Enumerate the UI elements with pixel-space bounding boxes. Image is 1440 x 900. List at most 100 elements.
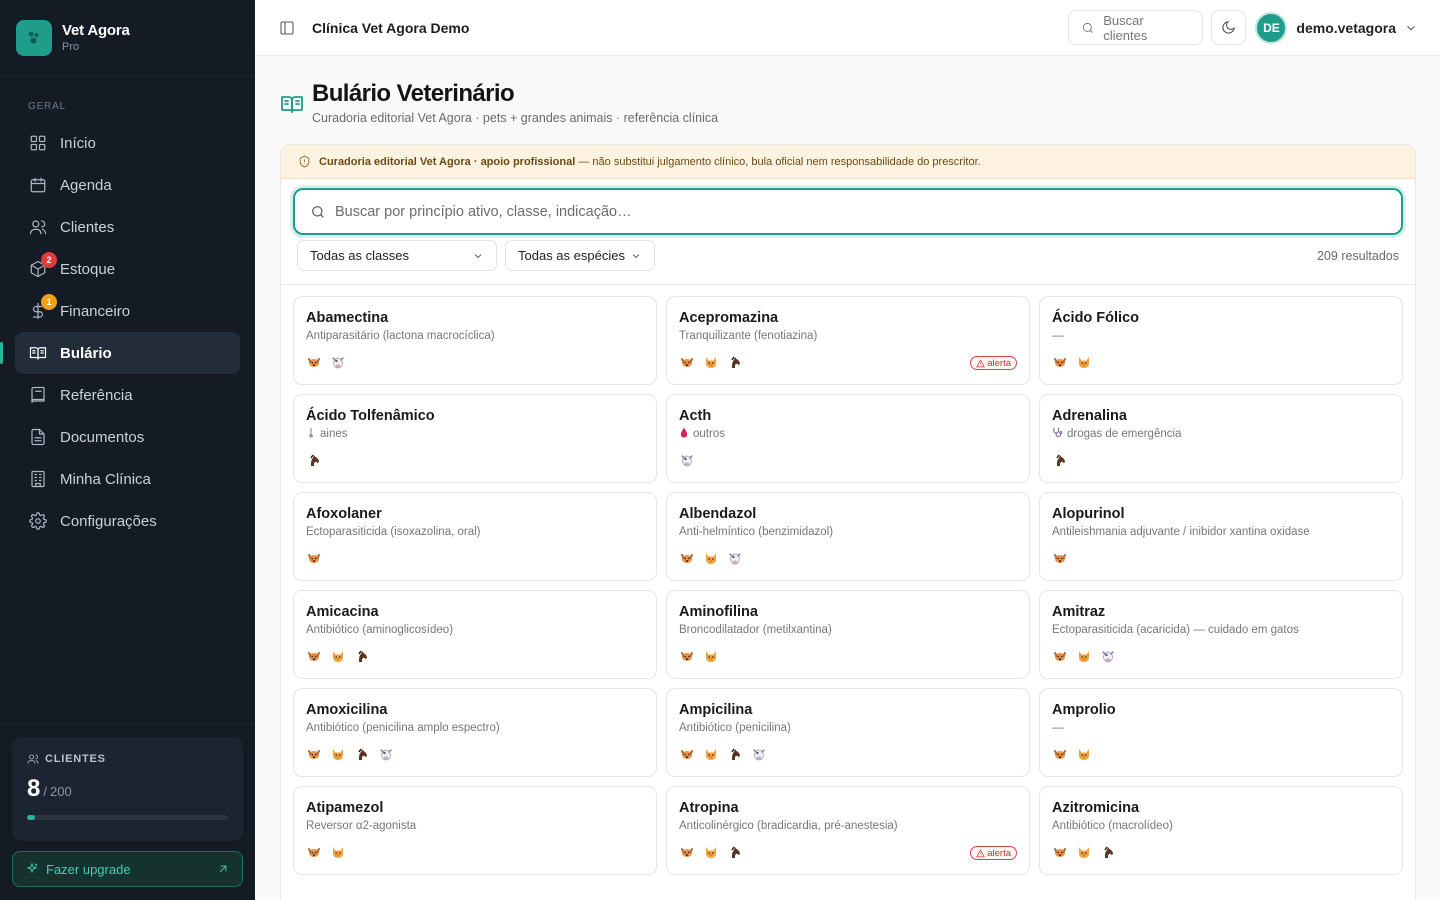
- drug-card[interactable]: Azitromicina Antibiótico (macrolídeo): [1039, 786, 1403, 875]
- drug-card[interactable]: Albendazol Anti-helmíntico (benzimidazol…: [666, 492, 1030, 581]
- sidebar-item-book-open[interactable]: Bulário: [0, 332, 240, 374]
- drug-card[interactable]: Acth outros: [666, 394, 1030, 483]
- species-filter-select[interactable]: Todas as espécies: [505, 240, 655, 271]
- species-list: [679, 746, 775, 762]
- drug-class-label: Antibiótico (aminoglicosídeo): [306, 624, 454, 636]
- sidebar-item-grid[interactable]: Início: [15, 122, 240, 164]
- species-list: [1052, 354, 1100, 370]
- species-list: [679, 354, 751, 370]
- sidebar-item-package[interactable]: 2 Estoque: [15, 248, 240, 290]
- drug-search-input[interactable]: [335, 203, 1235, 220]
- alert-badge: alerta: [970, 846, 1017, 860]
- book-open-icon: [29, 344, 47, 362]
- drug-class-label: Antiparasitário (lactona macrocíclica): [306, 330, 495, 342]
- drug-class: Reversor α2-agonista: [306, 819, 644, 833]
- drug-class: Antibiótico (penicilina amplo espectro): [306, 721, 644, 735]
- drug-card[interactable]: Atipamezol Reversor α2-agonista: [293, 786, 657, 875]
- drug-name: Acth: [679, 408, 712, 424]
- drug-class-label: Reversor α2-agonista: [306, 820, 417, 832]
- dog-icon: [306, 354, 322, 370]
- drug-class: Ectoparasiticida (acaricida) — cuidado e…: [1052, 623, 1390, 637]
- user-menu[interactable]: DE demo.vetagora: [1255, 11, 1418, 44]
- drop-icon: [679, 427, 689, 441]
- species-list: [306, 354, 354, 370]
- drug-card[interactable]: Alopurinol Antileishmania adjuvante / in…: [1039, 492, 1403, 581]
- sidebar-item-label: Documentos: [60, 428, 145, 446]
- drug-card[interactable]: Ácido Fólico —: [1039, 296, 1403, 385]
- users-icon: [29, 218, 47, 236]
- drug-card[interactable]: Amprolio —: [1039, 688, 1403, 777]
- drug-card[interactable]: Adrenalina drogas de emergência: [1039, 394, 1403, 483]
- nav-section-label: GERAL: [28, 101, 66, 112]
- sidebar-footer: CLIENTES 8 / 200 Fazer upgrade: [0, 724, 255, 900]
- drug-class: Antibiótico (aminoglicosídeo): [306, 623, 644, 637]
- cat-icon: [1076, 648, 1092, 664]
- sidebar-item-users[interactable]: Clientes: [15, 206, 240, 248]
- drug-name: Ácido Fólico: [1052, 310, 1139, 326]
- brand-plan: Pro: [62, 41, 80, 53]
- grid-icon: [29, 134, 47, 152]
- drug-name: Ampicilina: [679, 702, 753, 718]
- chevron-down-icon: [1404, 21, 1418, 35]
- dog-icon: [1052, 550, 1068, 566]
- drug-card[interactable]: Amicacina Antibiótico (aminoglicosídeo): [293, 590, 657, 679]
- drug-name: Amitraz: [1052, 604, 1106, 620]
- disclaimer-bold: Curadoria editorial Vet Agora · apoio pr…: [319, 155, 576, 168]
- sidebar-item-calendar[interactable]: Agenda: [15, 164, 240, 206]
- species-list: [1052, 550, 1076, 566]
- sidebar-item-label: Configurações: [60, 512, 157, 530]
- sidebar-item-building[interactable]: Minha Clínica: [15, 458, 240, 500]
- quota-label: CLIENTES: [45, 753, 106, 765]
- alert-label: alerta: [987, 357, 1011, 369]
- species-list: [306, 648, 378, 664]
- sidebar-item-dollar[interactable]: 1 Financeiro: [15, 290, 240, 332]
- sidebar: Vet Agora Pro GERAL Início Agenda Client…: [0, 0, 255, 900]
- theme-toggle-button[interactable]: [1211, 10, 1247, 45]
- drug-card[interactable]: Amoxicilina Antibiótico (penicilina ampl…: [293, 688, 657, 777]
- cat-icon: [1076, 844, 1092, 860]
- drug-card[interactable]: Aminofilina Broncodilatador (metilxantin…: [666, 590, 1030, 679]
- sidebar-badge: 2: [41, 252, 57, 268]
- sidebar-item-book[interactable]: Referência: [15, 374, 240, 416]
- sidebar-item-label: Agenda: [60, 176, 112, 194]
- cat-icon: [330, 844, 346, 860]
- drug-class-label: Antibiótico (penicilina): [679, 722, 791, 734]
- class-filter-select[interactable]: Todas as classes: [297, 240, 497, 271]
- drug-card[interactable]: Ampicilina Antibiótico (penicilina): [666, 688, 1030, 777]
- drug-class: —: [1052, 329, 1390, 343]
- drug-card[interactable]: Acepromazina Tranquilizante (fenotiazina…: [666, 296, 1030, 385]
- drug-card[interactable]: Atropina Anticolinérgico (bradicardia, p…: [666, 786, 1030, 875]
- brand[interactable]: Vet Agora Pro: [0, 0, 255, 76]
- sidebar-item-gear[interactable]: Configurações: [15, 500, 240, 542]
- horse-icon: [727, 844, 743, 860]
- drug-search-field[interactable]: [293, 188, 1403, 235]
- dog-icon: [306, 746, 322, 762]
- drug-class: Antiparasitário (lactona macrocíclica): [306, 329, 644, 343]
- drug-name: Azitromicina: [1052, 800, 1140, 816]
- dog-icon: [1052, 746, 1068, 762]
- sidebar-toggle-button[interactable]: [277, 18, 297, 38]
- quota-max: 200: [49, 784, 72, 799]
- drug-name: Alopurinol: [1052, 506, 1125, 522]
- chevron-down-icon: [632, 253, 640, 258]
- search-clients-button[interactable]: Buscar clientes: [1068, 10, 1204, 45]
- horse-icon: [727, 746, 743, 762]
- clinic-name: Clínica Vet Agora Demo: [312, 19, 470, 36]
- drug-class: Anticolinérgico (bradicardia, pré-aneste…: [679, 819, 1017, 833]
- alert-badge: alerta: [970, 356, 1017, 370]
- warning-icon: [976, 848, 986, 857]
- cat-icon: [330, 746, 346, 762]
- dog-icon: [1052, 354, 1068, 370]
- drug-card[interactable]: Amitraz Ectoparasiticida (acaricida) — c…: [1039, 590, 1403, 679]
- drug-class: Broncodilatador (metilxantina): [679, 623, 1017, 637]
- page-subtitle: Curadoria editorial Vet Agora · pets + g…: [312, 111, 719, 125]
- species-list: [306, 452, 330, 468]
- drug-card[interactable]: Afoxolaner Ectoparasiticida (isoxazolina…: [293, 492, 657, 581]
- drug-card[interactable]: Ácido Tolfenâmico aines: [293, 394, 657, 483]
- upgrade-button[interactable]: Fazer upgrade: [12, 851, 243, 887]
- drug-class: aines: [306, 427, 644, 441]
- drug-card[interactable]: Abamectina Antiparasitário (lactona macr…: [293, 296, 657, 385]
- species-list: [1052, 452, 1076, 468]
- sidebar-item-file[interactable]: Documentos: [15, 416, 240, 458]
- drug-name: Adrenalina: [1052, 408, 1127, 424]
